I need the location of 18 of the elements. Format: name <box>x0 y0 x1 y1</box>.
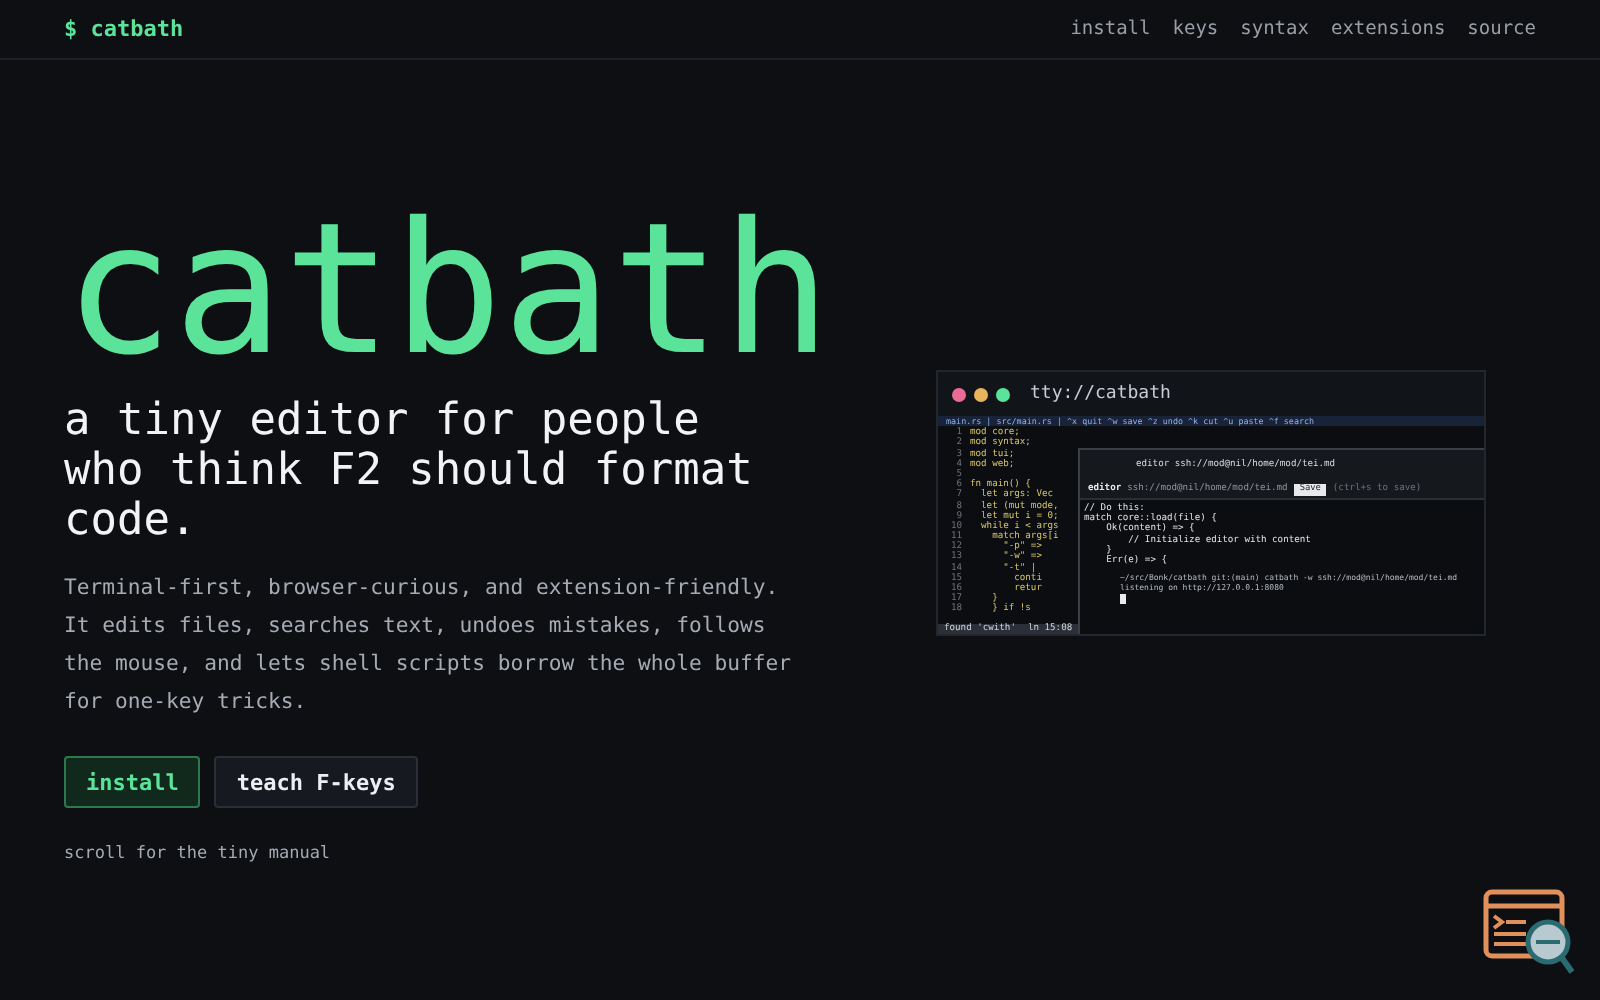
hero-description: Terminal-first, browser-curious, and extension-friendly. It edits files, searches text, undoes mistakes, follows the mouse, and lets shell scripts borrow the whole buffer for one-key tricks. <box>64 574 794 718</box>
cursor-icon <box>1120 593 1126 604</box>
hero-subtitle: a tiny editor for people who think F2 should format code. <box>64 396 755 546</box>
nav-link[interactable]: source <box>1467 18 1536 40</box>
site-logo[interactable]: $ catbath <box>64 16 184 42</box>
hero-title: catbath <box>64 188 832 396</box>
nav-link[interactable]: extensions <box>1330 18 1446 40</box>
zoom-dot-icon <box>996 387 1010 401</box>
install-button[interactable]: install <box>64 756 201 808</box>
teach-button[interactable]: teach F-keys <box>214 756 418 808</box>
close-dot-icon <box>952 387 966 401</box>
scroll-hint: scroll for the tiny manual <box>64 844 331 864</box>
window-title: tty://catbath <box>1030 384 1171 404</box>
nav-link[interactable]: syntax <box>1240 18 1309 40</box>
minimize-dot-icon <box>974 387 988 401</box>
window-search-icon[interactable] <box>1482 888 1578 980</box>
nav-link[interactable]: keys <box>1172 18 1219 40</box>
nav-link[interactable]: install <box>1070 18 1151 40</box>
